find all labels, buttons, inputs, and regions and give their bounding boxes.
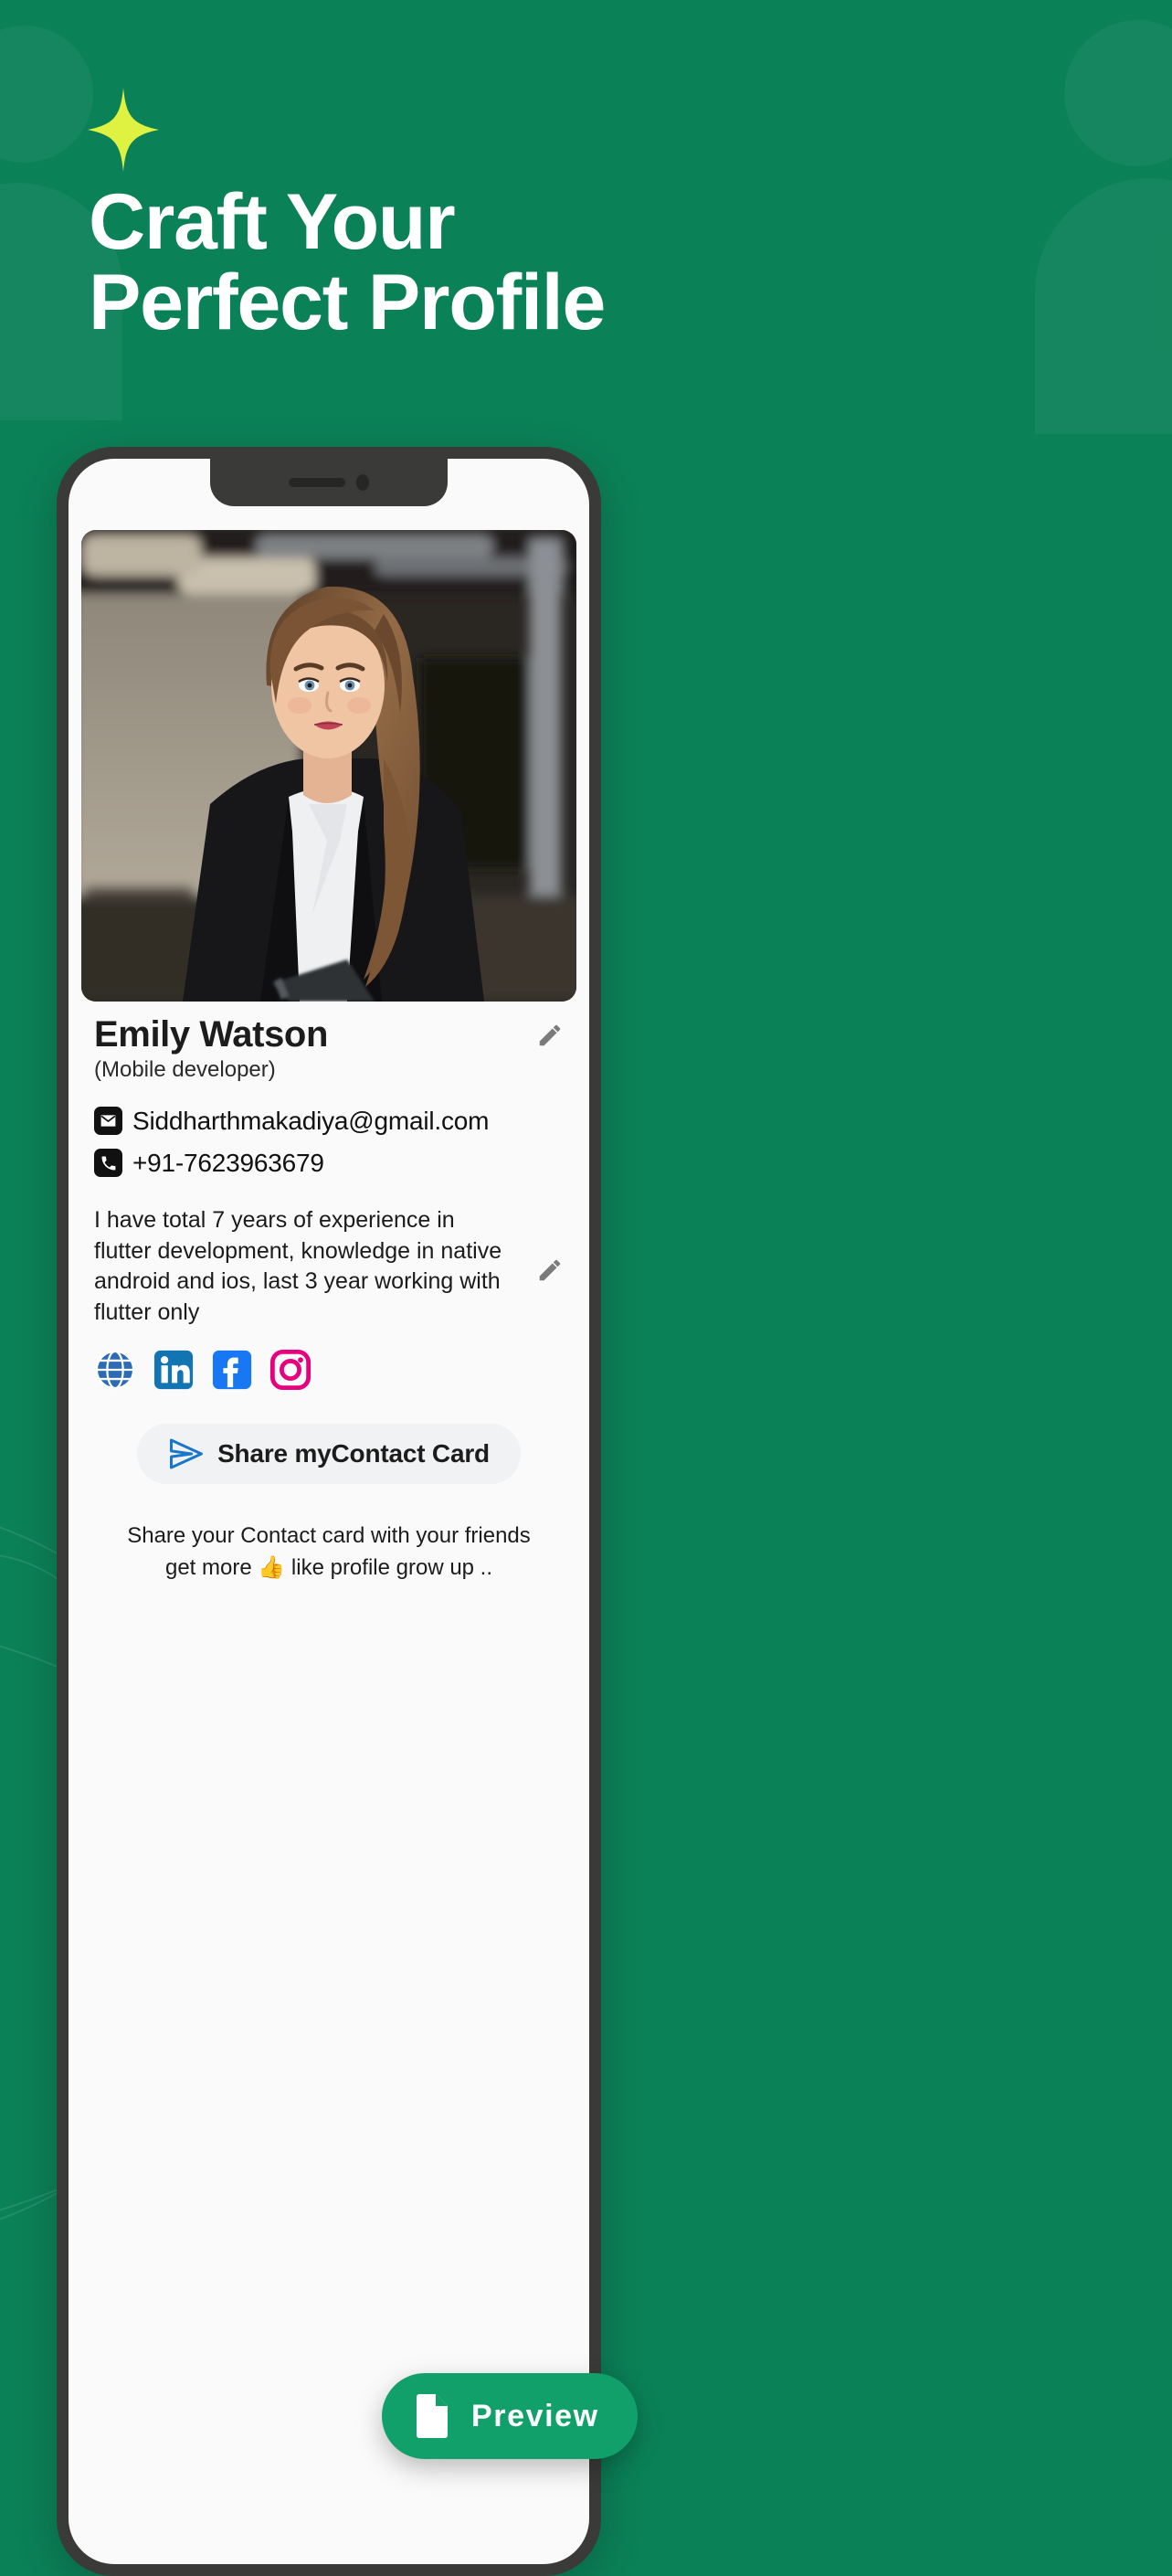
profile-photo bbox=[81, 530, 576, 1002]
decor-silhouette-head-left bbox=[0, 26, 93, 163]
profile-bio: I have total 7 years of experience in fl… bbox=[94, 1206, 502, 1326]
decor-silhouette-body-right bbox=[1035, 178, 1172, 434]
contact-row-email[interactable]: Siddharthmakadiya@gmail.com bbox=[81, 1107, 576, 1136]
headline-line-1: Craft Your bbox=[89, 178, 456, 266]
headline-line-2: Perfect Profile bbox=[89, 258, 606, 346]
pencil-edit-icon[interactable] bbox=[536, 1256, 564, 1284]
footnote-line-2: get more 👍 like profile grow up .. bbox=[164, 1554, 493, 1580]
email-value: Siddharthmakadiya@gmail.com bbox=[132, 1106, 490, 1135]
linkedin-icon[interactable] bbox=[153, 1349, 195, 1391]
name-row: Emily Watson bbox=[81, 1002, 576, 1055]
phone-value: +91-7623963679 bbox=[132, 1148, 324, 1177]
phone-icon bbox=[94, 1149, 122, 1178]
footnote: Share your Contact card with your friend… bbox=[81, 1521, 576, 1585]
profile-name: Emily Watson bbox=[94, 1014, 328, 1055]
share-button-wrap: Share myContact Card bbox=[81, 1423, 576, 1484]
paper-plane-icon bbox=[168, 1436, 203, 1471]
decor-silhouette-head-right bbox=[1064, 20, 1172, 166]
facebook-icon[interactable] bbox=[211, 1349, 253, 1391]
profile-card: Emily Watson (Mobile developer) Siddhart… bbox=[69, 506, 589, 2564]
bio-row: I have total 7 years of experience in fl… bbox=[81, 1205, 576, 1329]
share-contact-card-button[interactable]: Share myContact Card bbox=[137, 1423, 521, 1484]
speaker-slot-icon bbox=[289, 478, 345, 487]
document-icon bbox=[413, 2393, 451, 2439]
phone-notch bbox=[210, 459, 448, 506]
preview-button-label: Preview bbox=[471, 2398, 599, 2433]
phone-mockup: Emily Watson (Mobile developer) Siddhart… bbox=[57, 447, 601, 2576]
profile-role: (Mobile developer) bbox=[94, 1056, 276, 1082]
front-camera-icon bbox=[356, 474, 369, 491]
share-button-label: Share myContact Card bbox=[217, 1438, 490, 1468]
preview-button[interactable]: Preview bbox=[382, 2373, 638, 2459]
phone-screen: Emily Watson (Mobile developer) Siddhart… bbox=[69, 459, 589, 2564]
footnote-line-1: Share your Contact card with your friend… bbox=[127, 1522, 531, 1548]
contact-row-phone[interactable]: +91-7623963679 bbox=[81, 1149, 576, 1178]
globe-icon[interactable] bbox=[94, 1349, 136, 1391]
page-title: Craft Your Perfect Profile bbox=[89, 178, 1002, 346]
sparkle-four-point-icon bbox=[88, 88, 159, 172]
instagram-icon[interactable] bbox=[269, 1349, 311, 1391]
social-links bbox=[81, 1349, 576, 1391]
email-icon bbox=[94, 1107, 122, 1136]
pencil-edit-icon[interactable] bbox=[536, 1022, 564, 1049]
